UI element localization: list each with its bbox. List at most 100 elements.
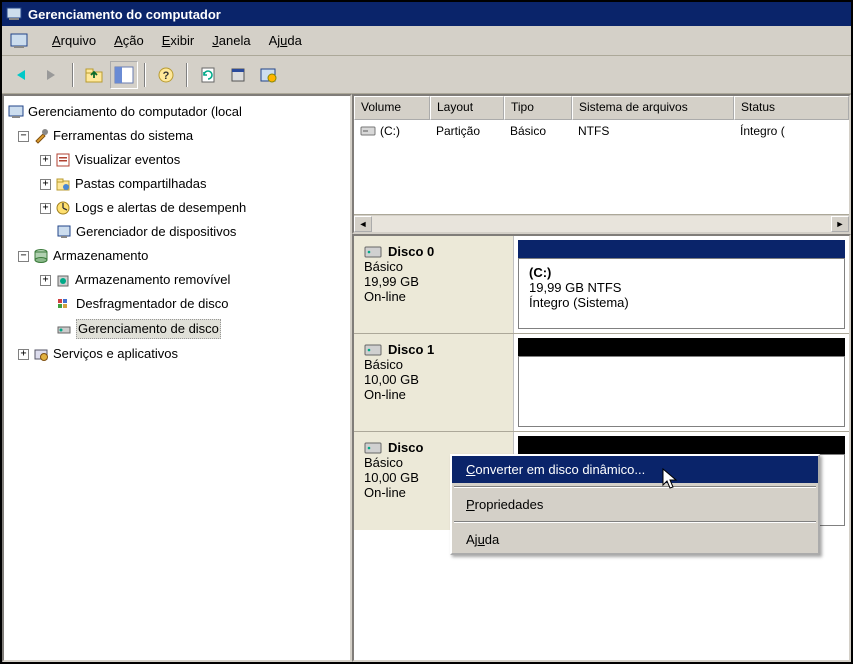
partition-status: Íntegro (Sistema) — [529, 295, 834, 310]
refresh-button[interactable] — [194, 61, 222, 89]
disk-type: Básico — [364, 357, 503, 372]
tree-eventos[interactable]: + Visualizar eventos — [4, 148, 350, 172]
help-button[interactable]: ? — [152, 61, 180, 89]
menu-ajuda[interactable]: Ajuda — [269, 33, 302, 48]
forward-button[interactable] — [38, 61, 66, 89]
tree-servicos[interactable]: + Serviços e aplicativos — [4, 342, 350, 366]
tree-pastas[interactable]: + Pastas compartilhadas — [4, 172, 350, 196]
tree-removivel[interactable]: + Armazenamento removível — [4, 268, 350, 292]
disk-state: On-line — [364, 387, 503, 402]
toolbar-separator — [72, 63, 74, 87]
svg-text:?: ? — [163, 70, 170, 82]
device-mgr-icon — [56, 224, 72, 240]
tree-armazenamento[interactable]: − Armazenamento — [4, 244, 350, 268]
tree-ger-disp[interactable]: Gerenciador de dispositivos — [4, 220, 350, 244]
col-layout[interactable]: Layout — [430, 96, 504, 120]
window-title: Gerenciamento do computador — [28, 7, 221, 22]
partition-header — [518, 240, 845, 258]
context-separator — [454, 521, 816, 523]
vol-cell-tipo: Básico — [504, 122, 572, 140]
disk-mgmt-icon — [56, 321, 72, 337]
disk-size: 19,99 GB — [364, 274, 503, 289]
events-icon — [55, 152, 71, 168]
tree-pane: Gerenciamento do computador (local − Fer… — [2, 94, 352, 662]
collapse-icon[interactable]: − — [18, 131, 29, 142]
horizontal-scrollbar[interactable]: ◄ ► — [354, 214, 849, 232]
scroll-left-button[interactable]: ◄ — [354, 216, 372, 232]
volume-list: Volume Layout Tipo Sistema de arquivos S… — [352, 94, 851, 234]
shared-folders-icon — [55, 176, 71, 192]
disk-row[interactable]: Disco 0 Básico 19,99 GB On-line (C:) 19,… — [354, 236, 849, 334]
disk-info: Disco 0 Básico 19,99 GB On-line — [354, 236, 514, 333]
up-folder-button[interactable] — [80, 61, 108, 89]
partition-box[interactable] — [518, 356, 845, 427]
vol-cell-sistema: NTFS — [572, 122, 734, 140]
menu-acao[interactable]: Ação — [114, 33, 144, 48]
disk-pane: Disco 0 Básico 19,99 GB On-line (C:) 19,… — [352, 234, 851, 662]
partition-info: 19,99 GB NTFS — [529, 280, 834, 295]
expand-icon[interactable]: + — [40, 203, 51, 214]
ctx-properties[interactable]: Propriedades — [452, 491, 818, 518]
volume-row[interactable]: (C:) Partição Básico NTFS Íntegro ( — [354, 120, 849, 142]
col-status[interactable]: Status — [734, 96, 849, 120]
tree-desfrag[interactable]: Desfragmentador de disco — [4, 292, 350, 316]
show-tree-button[interactable] — [110, 61, 138, 89]
perf-icon — [55, 200, 71, 216]
right-pane: Volume Layout Tipo Sistema de arquivos S… — [352, 94, 851, 662]
col-sistema[interactable]: Sistema de arquivos — [572, 96, 734, 120]
defrag-icon — [56, 296, 72, 312]
tree-root[interactable]: Gerenciamento do computador (local — [4, 100, 350, 124]
disk-icon — [364, 343, 382, 357]
menu-janela[interactable]: Janela — [212, 33, 250, 48]
col-tipo[interactable]: Tipo — [504, 96, 572, 120]
scroll-track[interactable] — [372, 216, 831, 232]
disk-size: 10,00 GB — [364, 372, 503, 387]
disk-icon — [364, 245, 382, 259]
col-volume[interactable]: Volume — [354, 96, 430, 120]
settings-button[interactable] — [254, 61, 282, 89]
vol-cell-volume: (C:) — [354, 122, 430, 140]
tree-logs[interactable]: + Logs e alertas de desempenh — [4, 196, 350, 220]
menu-exibir[interactable]: Exibir — [162, 33, 195, 48]
tree-ferramentas[interactable]: − Ferramentas do sistema — [4, 124, 350, 148]
disk-icon — [364, 441, 382, 455]
vol-cell-status: Íntegro ( — [734, 122, 849, 140]
vol-cell-layout: Partição — [430, 122, 504, 140]
services-icon — [33, 346, 49, 362]
storage-icon — [33, 248, 49, 264]
scroll-right-button[interactable]: ► — [831, 216, 849, 232]
back-button[interactable] — [8, 61, 36, 89]
content-area: Gerenciamento do computador (local − Fer… — [2, 94, 851, 662]
disk-row[interactable]: Disco 1 Básico 10,00 GB On-line — [354, 334, 849, 432]
removable-icon — [55, 272, 71, 288]
computer-icon — [8, 104, 24, 120]
column-headers: Volume Layout Tipo Sistema de arquivos S… — [354, 96, 849, 120]
disk-state: On-line — [364, 289, 503, 304]
menu-bar: Arquivo Ação Exibir Janela Ajuda — [2, 26, 851, 56]
disk-type: Básico — [364, 259, 503, 274]
tree-ger-disco[interactable]: Gerenciamento de disco — [4, 316, 350, 342]
properties-button[interactable] — [224, 61, 252, 89]
menu-arquivo[interactable]: Arquivo — [52, 33, 96, 48]
disk-info: Disco 1 Básico 10,00 GB On-line — [354, 334, 514, 431]
partition-header — [518, 436, 845, 454]
drive-icon — [360, 125, 376, 137]
app-icon — [6, 6, 22, 22]
partition-header — [518, 338, 845, 356]
expand-icon[interactable]: + — [40, 275, 51, 286]
context-separator — [454, 486, 816, 488]
ctx-convert-dynamic[interactable]: Converter em disco dinâmico... — [452, 456, 818, 483]
toolbar: ? — [2, 56, 851, 94]
expand-icon[interactable]: + — [18, 349, 29, 360]
title-bar: Gerenciamento do computador — [2, 2, 851, 26]
partition-box[interactable]: (C:) 19,99 GB NTFS Íntegro (Sistema) — [518, 258, 845, 329]
tools-icon — [33, 128, 49, 144]
toolbar-separator — [186, 63, 188, 87]
context-menu: Converter em disco dinâmico... Proprieda… — [450, 454, 820, 555]
expand-icon[interactable]: + — [40, 155, 51, 166]
expand-icon[interactable]: + — [40, 179, 51, 190]
collapse-icon[interactable]: − — [18, 251, 29, 262]
ctx-help[interactable]: Ajuda — [452, 526, 818, 553]
toolbar-separator — [144, 63, 146, 87]
menu-app-icon — [10, 32, 28, 50]
